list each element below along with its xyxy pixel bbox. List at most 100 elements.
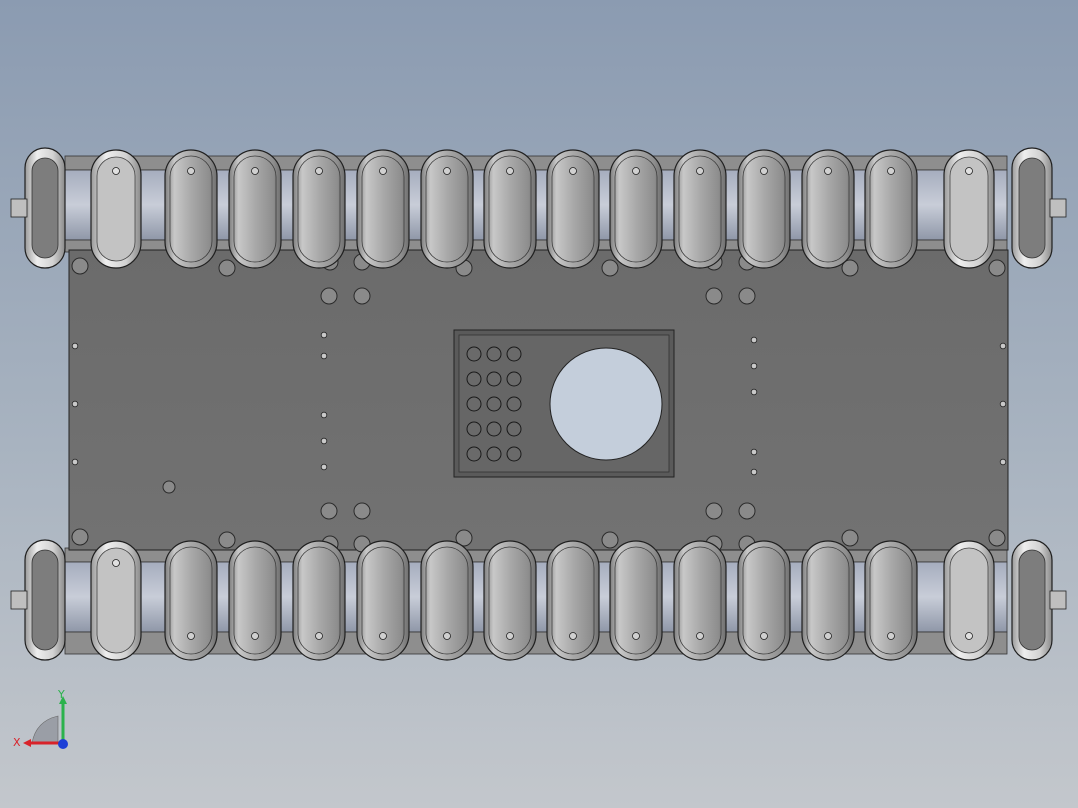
y-axis-label: Y [57, 688, 65, 701]
panel-hole [486, 396, 502, 412]
idler-roller-bore [31, 157, 59, 259]
track-pin [632, 632, 640, 640]
panel-hole [506, 421, 522, 437]
track-pin [760, 632, 768, 640]
track-pin [379, 632, 387, 640]
track-pin [443, 632, 451, 640]
screw-hole [999, 458, 1007, 466]
drive-wheel-pin [112, 167, 120, 175]
hex-bolt [218, 259, 236, 277]
screw-hole [71, 400, 79, 408]
panel-hole [506, 371, 522, 387]
panel-hole [466, 371, 482, 387]
panel-hole [486, 346, 502, 362]
idler-axle [1049, 590, 1067, 610]
track-pin [760, 167, 768, 175]
screw-hole [750, 468, 758, 476]
screw-hole [999, 342, 1007, 350]
hex-bolt [705, 502, 723, 520]
hex-bolt [353, 502, 371, 520]
track-pin [443, 167, 451, 175]
track-pin [887, 632, 895, 640]
track-pin [506, 167, 514, 175]
hex-bolt [320, 502, 338, 520]
x-axis-label: X [13, 736, 21, 749]
track-pin [315, 167, 323, 175]
hex-bolt [988, 259, 1006, 277]
track-pad [801, 540, 855, 661]
screw-hole [320, 463, 328, 471]
hex-bolt [738, 287, 756, 305]
orientation-triad[interactable]: Y X [10, 686, 80, 756]
screw-hole [320, 331, 328, 339]
screw-hole [750, 336, 758, 344]
track-pin [632, 167, 640, 175]
round-cutout [549, 347, 663, 461]
panel-hole [466, 446, 482, 462]
screw-hole [999, 400, 1007, 408]
track-pin [251, 632, 259, 640]
idler-roller-bore [1018, 549, 1046, 651]
panel-hole [486, 421, 502, 437]
track-pad [356, 540, 410, 661]
drive-wheel-pin [965, 632, 973, 640]
panel-hole [486, 446, 502, 462]
hex-bolt [353, 287, 371, 305]
track-pad [292, 540, 346, 661]
panel-hole [466, 396, 482, 412]
track-pin [696, 632, 704, 640]
screw-hole [320, 437, 328, 445]
drive-wheel-pin [112, 559, 120, 567]
hex-bolt [71, 257, 89, 275]
track-pin [887, 167, 895, 175]
screw-hole [71, 342, 79, 350]
panel-hole [466, 346, 482, 362]
hex-bolt [218, 531, 236, 549]
track-pin [251, 167, 259, 175]
idler-axle [10, 590, 28, 610]
screw-hole [750, 448, 758, 456]
track-pin [187, 632, 195, 640]
idler-axle [1049, 198, 1067, 218]
track-pin [315, 632, 323, 640]
track-pin [824, 167, 832, 175]
track-pad [609, 540, 663, 661]
hex-bolt [162, 480, 176, 494]
screw-hole [750, 362, 758, 370]
track-pad [673, 540, 727, 661]
hex-bolt [601, 259, 619, 277]
track-pad [737, 540, 791, 661]
z-axis-marker [58, 739, 68, 749]
hex-bolt [988, 529, 1006, 547]
idler-roller-bore [31, 549, 59, 651]
panel-hole [506, 396, 522, 412]
panel-hole [506, 346, 522, 362]
tracked-chassis-model[interactable] [0, 0, 1078, 808]
hex-bolt [601, 531, 619, 549]
triad-plane-icon [31, 715, 59, 744]
track-pin [379, 167, 387, 175]
track-pin [696, 167, 704, 175]
hex-bolt [705, 287, 723, 305]
track-pad [864, 540, 918, 661]
track-pin [569, 632, 577, 640]
hex-bolt [738, 502, 756, 520]
track-pad [420, 540, 474, 661]
track-pad [483, 540, 537, 661]
drive-wheel-pin [965, 167, 973, 175]
panel-hole [466, 421, 482, 437]
hex-bolt [320, 287, 338, 305]
track-pad [546, 540, 600, 661]
track-pin [824, 632, 832, 640]
idler-axle [10, 198, 28, 218]
track-pin [187, 167, 195, 175]
track-pin [506, 632, 514, 640]
idler-roller-bore [1018, 157, 1046, 259]
screw-hole [320, 352, 328, 360]
cad-viewport[interactable]: Y X [0, 0, 1078, 808]
screw-hole [750, 388, 758, 396]
screw-hole [320, 411, 328, 419]
screw-hole [71, 458, 79, 466]
track-pad [164, 540, 218, 661]
hex-bolt [841, 529, 859, 547]
